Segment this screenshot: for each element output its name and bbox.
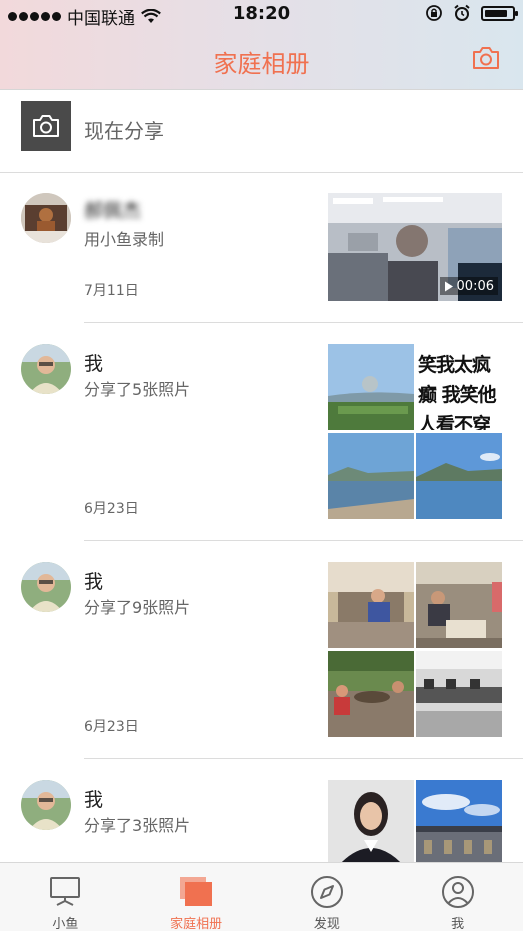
lake-photo	[328, 433, 414, 519]
feed-author: 我	[84, 571, 104, 593]
photo-thumbnail[interactable]	[328, 562, 414, 648]
share-camera-button[interactable]	[21, 101, 71, 151]
video-thumbnail[interactable]: 00:06	[328, 193, 502, 301]
battery-level	[485, 9, 508, 17]
avatar-image	[21, 344, 71, 394]
office-photo	[416, 562, 502, 648]
album-icon	[180, 877, 213, 906]
photo-grid[interactable]	[328, 562, 502, 737]
status-right	[425, 4, 518, 22]
avatar-image	[21, 193, 71, 243]
feed-item[interactable]: 我 分享了9张照片 6月23日	[0, 541, 523, 759]
photo-grid[interactable]	[328, 780, 502, 862]
feed-item[interactable]: 我 分享了3张照片	[0, 759, 523, 862]
tab-discover[interactable]: 发现	[262, 863, 393, 931]
portrait-photo	[328, 780, 414, 862]
share-now-label: 现在分享	[84, 119, 164, 143]
photo-thumbnail[interactable]	[416, 780, 502, 862]
feed-date: 6月23日	[84, 719, 139, 735]
battery-icon	[481, 5, 518, 21]
page-title: 家庭相册	[213, 50, 310, 78]
top-bar: 中国联通 18:20 家庭相册	[0, 0, 523, 90]
avatar[interactable]	[21, 562, 71, 612]
camera-icon[interactable]	[471, 45, 501, 71]
building-photo	[416, 780, 502, 862]
camera-icon	[33, 115, 59, 137]
feed-date: 7月11日	[84, 283, 139, 299]
lake-photo	[328, 344, 414, 430]
feed-author: 我	[84, 789, 104, 811]
feed-item[interactable]: 郝佩杰 用小鱼录制 7月11日 00:06	[0, 173, 523, 323]
photo-thumbnail[interactable]	[416, 433, 502, 519]
photo-grid[interactable]: 笑我太疯癫 我笑他人看不穿	[328, 344, 502, 519]
share-now-row[interactable]: 现在分享	[0, 90, 523, 173]
tab-family-album[interactable]: 家庭相册	[131, 863, 262, 931]
feed-subtitle: 分享了9张照片	[84, 598, 191, 617]
photo-thumbnail[interactable]	[328, 651, 414, 737]
avatar[interactable]	[21, 344, 71, 394]
feed-subtitle: 分享了5张照片	[84, 380, 191, 399]
status-bar: 中国联通 18:20	[0, 0, 523, 30]
photo-thumbnail[interactable]	[328, 433, 414, 519]
photo-thumbnail[interactable]	[328, 344, 414, 430]
avatar-image	[21, 780, 71, 830]
tab-xiaoyu[interactable]: 小鱼	[0, 863, 131, 931]
photo-thumbnail[interactable]: 笑我太疯癫 我笑他人看不穿	[416, 344, 502, 430]
feed-subtitle: 用小鱼录制	[84, 230, 165, 249]
tab-me[interactable]: 我	[392, 863, 523, 931]
tab-label: 家庭相册	[170, 917, 223, 931]
avatar[interactable]	[21, 193, 71, 243]
user-icon	[441, 876, 474, 908]
tab-label: 发现	[313, 917, 340, 931]
outdoor-photo	[328, 651, 414, 737]
feed-subtitle: 分享了3张照片	[84, 816, 191, 835]
feed-author: 我	[84, 353, 104, 375]
tab-label: 小鱼	[52, 917, 79, 931]
alarm-icon	[454, 4, 470, 21]
avatar[interactable]	[21, 780, 71, 830]
tab-bar: 小鱼 家庭相册 发现 我	[0, 862, 523, 931]
monitor-icon	[50, 877, 81, 906]
video-duration-badge: 00:06	[439, 277, 498, 295]
video-duration: 00:06	[456, 278, 494, 294]
feed-item[interactable]: 我 分享了5张照片 6月23日 笑我太疯癫 我笑他人看不穿	[0, 323, 523, 541]
calligraphy-photo: 笑我太疯癫 我笑他人看不穿	[418, 354, 497, 430]
orientation-lock-icon	[426, 5, 442, 21]
play-icon	[444, 281, 453, 291]
photo-thumbnail[interactable]	[416, 562, 502, 648]
tab-label: 我	[451, 917, 465, 931]
feed-date: 6月23日	[84, 501, 139, 517]
photo-thumbnail[interactable]	[416, 651, 502, 737]
feed-author: 郝佩杰	[84, 200, 142, 222]
compass-icon	[310, 876, 343, 908]
office-photo	[328, 562, 414, 648]
photo-thumbnail[interactable]	[328, 780, 414, 862]
office-photo	[416, 651, 502, 737]
lake-photo	[416, 433, 502, 519]
avatar-image	[21, 562, 71, 612]
